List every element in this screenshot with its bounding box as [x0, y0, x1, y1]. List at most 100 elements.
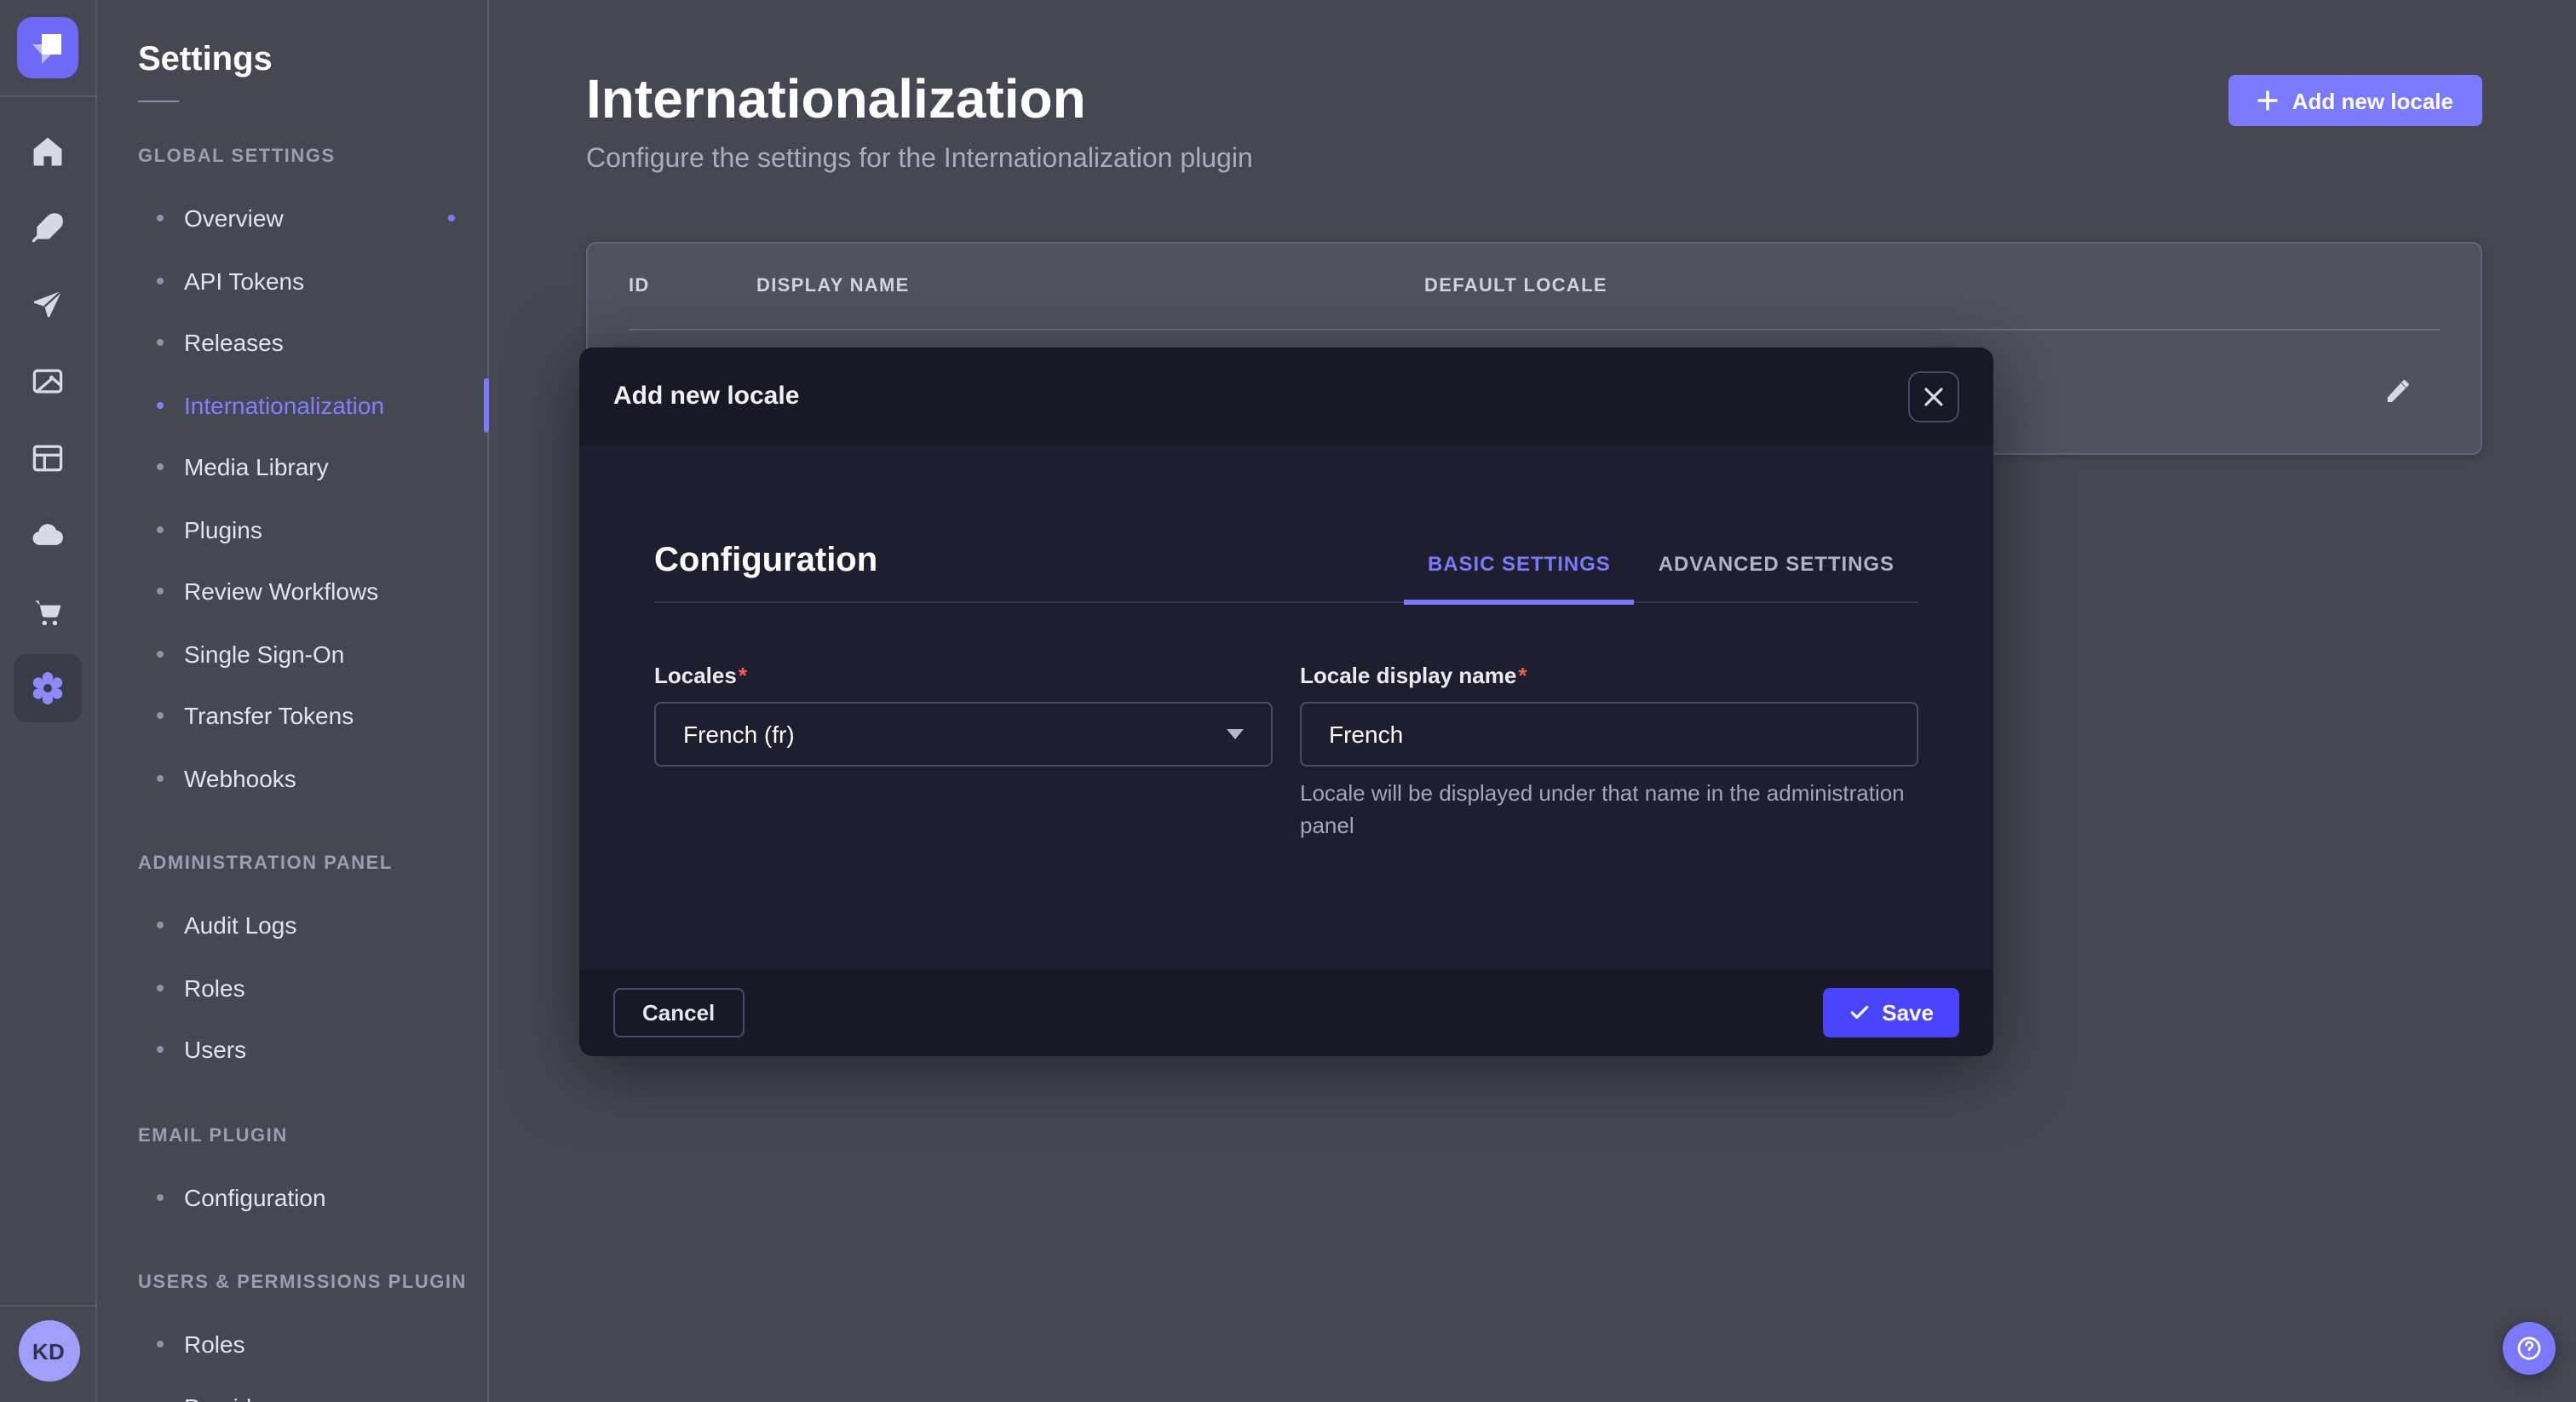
- help-icon[interactable]: [2503, 1322, 2556, 1375]
- sidebar-item-label: Media Library: [184, 454, 329, 481]
- notification-dot: [448, 215, 455, 222]
- sidebar-item-single-sign-on[interactable]: Single Sign-On: [138, 623, 487, 685]
- sidebar-item-plugins[interactable]: Plugins: [138, 498, 487, 560]
- modal-title: Add new locale: [613, 382, 799, 411]
- locales-label: Locales*: [654, 663, 747, 688]
- modal-header: Add new locale: [579, 348, 1993, 445]
- locale-form: Locales* French (fr) Locale display name…: [654, 661, 1918, 842]
- plus-icon: [2258, 90, 2279, 111]
- add-new-locale-button[interactable]: Add new locale: [2229, 75, 2482, 126]
- settings-tabs: BASIC SETTINGS ADVANCED SETTINGS: [1404, 552, 1918, 601]
- rail-bottom: KD: [0, 1305, 97, 1402]
- sidebar-item-label: Internationalization: [184, 392, 384, 419]
- sidebar-item-label: API Tokens: [184, 267, 304, 295]
- table-header-row: ID DISPLAY NAME DEFAULT LOCALE: [588, 244, 2481, 329]
- bullet: [157, 526, 164, 533]
- sidebar-item-admin-users[interactable]: Users: [138, 1019, 487, 1081]
- tab-advanced-settings[interactable]: ADVANCED SETTINGS: [1635, 552, 1918, 601]
- display-name-input[interactable]: [1300, 702, 1918, 767]
- locales-field-group: Locales* French (fr): [654, 661, 1273, 842]
- settings-subnav: Settings GLOBAL SETTINGS Overview API To…: [97, 0, 489, 1402]
- content-type-builder-icon[interactable]: [14, 424, 82, 492]
- section-administration-panel: ADMINISTRATION PANEL: [138, 853, 487, 874]
- sidebar-item-webhooks[interactable]: Webhooks: [138, 747, 487, 809]
- add-new-locale-modal: Add new locale Configuration BASIC SETTI…: [579, 348, 1993, 1056]
- user-avatar[interactable]: KD: [18, 1320, 79, 1382]
- section-email-plugin: EMAIL PLUGIN: [138, 1125, 487, 1146]
- locales-select-value: French (fr): [683, 721, 795, 748]
- sidebar-item-label: Webhooks: [184, 765, 296, 792]
- subnav-title: Settings: [138, 41, 487, 80]
- bullet: [157, 278, 164, 284]
- display-name-hint: Locale will be displayed under that name…: [1300, 777, 1918, 842]
- column-header-default-locale: DEFAULT LOCALE: [1424, 276, 2440, 296]
- sidebar-item-review-workflows[interactable]: Review Workflows: [138, 560, 487, 623]
- bullet: [157, 922, 164, 929]
- sidebar-item-label: Roles: [184, 974, 245, 1002]
- save-button[interactable]: Save: [1822, 988, 1959, 1037]
- save-label: Save: [1882, 1000, 1934, 1026]
- sidebar-item-media-library[interactable]: Media Library: [138, 436, 487, 498]
- settings-gear-icon[interactable]: [14, 654, 82, 722]
- edit-pencil-icon[interactable]: [2382, 376, 2412, 407]
- strapi-logo-icon: [19, 19, 77, 77]
- modal-footer: Cancel Save: [579, 969, 1993, 1056]
- bullet: [157, 985, 164, 991]
- sidebar-item-up-roles[interactable]: Roles: [138, 1313, 487, 1376]
- configuration-header-row: Configuration BASIC SETTINGS ADVANCED SE…: [654, 445, 1918, 603]
- bullet: [157, 651, 164, 658]
- sidebar-item-internationalization[interactable]: Internationalization: [138, 374, 487, 436]
- sidebar-item-label: Overview: [184, 205, 284, 233]
- check-icon: [1848, 1002, 1870, 1024]
- locales-select[interactable]: French (fr): [654, 702, 1273, 767]
- bullet: [157, 713, 164, 720]
- home-icon[interactable]: [14, 118, 82, 186]
- required-asterisk: *: [739, 663, 747, 688]
- bullet: [157, 589, 164, 595]
- rail-bottom-divider: [0, 1305, 97, 1307]
- bullet: [157, 464, 164, 471]
- users-permissions-list: Roles Providers: [138, 1313, 487, 1402]
- sidebar-item-label: Providers: [184, 1393, 285, 1402]
- sidebar-item-label: Plugins: [184, 516, 262, 543]
- sidebar-item-label: Transfer Tokens: [184, 703, 354, 730]
- sidebar-item-label: Roles: [184, 1331, 245, 1359]
- quill-icon[interactable]: [14, 194, 82, 262]
- subnav-title-rule: [138, 101, 179, 102]
- tab-basic-settings[interactable]: BASIC SETTINGS: [1404, 552, 1635, 605]
- sidebar-item-api-tokens[interactable]: API Tokens: [138, 250, 487, 312]
- page-title: Internationalization: [586, 65, 2482, 133]
- icon-rail: KD: [0, 0, 97, 1402]
- sidebar-item-audit-logs[interactable]: Audit Logs: [138, 894, 487, 957]
- section-global-settings: GLOBAL SETTINGS: [138, 147, 487, 167]
- sidebar-item-up-providers[interactable]: Providers: [138, 1376, 487, 1402]
- page-header: Internationalization Configure the setti…: [586, 65, 2482, 181]
- bullet: [157, 1194, 164, 1201]
- cancel-button[interactable]: Cancel: [613, 988, 744, 1037]
- cloud-icon[interactable]: [14, 501, 82, 569]
- strapi-logo[interactable]: [17, 17, 78, 78]
- bullet: [157, 402, 164, 409]
- bullet: [157, 215, 164, 222]
- sidebar-item-overview[interactable]: Overview: [138, 187, 487, 250]
- column-header-display-name: DISPLAY NAME: [756, 276, 1424, 296]
- sidebar-item-admin-roles[interactable]: Roles: [138, 957, 487, 1019]
- column-header-id: ID: [629, 276, 756, 296]
- global-settings-list: Overview API Tokens Releases Internation…: [138, 187, 487, 809]
- sidebar-item-email-configuration[interactable]: Configuration: [138, 1166, 487, 1228]
- sidebar-item-label: Users: [184, 1037, 246, 1064]
- paper-plane-icon[interactable]: [14, 271, 82, 339]
- media-library-icon[interactable]: [14, 348, 82, 416]
- sidebar-item-label: Review Workflows: [184, 578, 378, 606]
- email-plugin-list: Configuration: [138, 1166, 487, 1228]
- rail-icons: [14, 118, 82, 722]
- sidebar-item-label: Configuration: [184, 1184, 326, 1211]
- marketplace-cart-icon[interactable]: [14, 577, 82, 646]
- rail-divider: [0, 95, 96, 97]
- page-subtitle: Configure the settings for the Internati…: [586, 140, 2482, 181]
- sidebar-item-releases[interactable]: Releases: [138, 312, 487, 374]
- sidebar-item-transfer-tokens[interactable]: Transfer Tokens: [138, 685, 487, 747]
- modal-body: Configuration BASIC SETTINGS ADVANCED SE…: [579, 445, 1993, 969]
- close-icon[interactable]: [1908, 371, 1959, 422]
- strapi-admin-app: KD Settings GLOBAL SETTINGS Overview API…: [0, 0, 2576, 1402]
